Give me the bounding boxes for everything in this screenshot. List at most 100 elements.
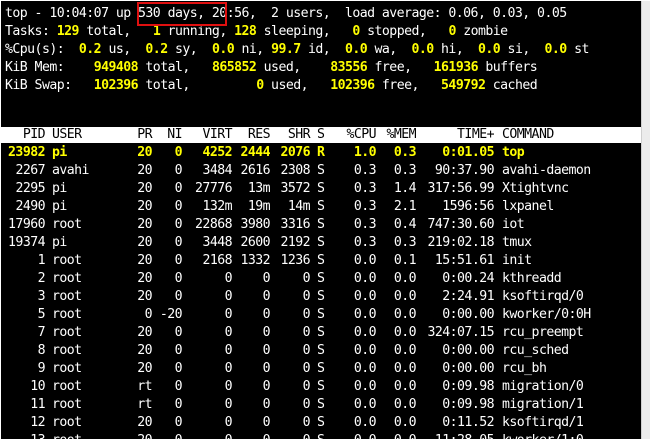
process-ni: -20 bbox=[159, 307, 183, 322]
process-time: 0:00.00 bbox=[442, 361, 494, 376]
process-shr: 0 bbox=[302, 271, 311, 286]
process-ni: 0 bbox=[152, 432, 183, 439]
process-time: 0:00.00 bbox=[442, 343, 494, 358]
process-user: root bbox=[52, 343, 82, 358]
process-state: S bbox=[317, 217, 325, 232]
process-virt: 27776 bbox=[195, 181, 233, 196]
process-row[interactable]: 2490 pi 20 0 132m 19m 14m S 0.3 2.1 1596:56 lxpanel bbox=[1, 198, 641, 216]
cpu-si-label: si, bbox=[500, 42, 531, 57]
process-virt: 0 bbox=[224, 307, 233, 322]
process-cpu: 1.0 bbox=[353, 145, 377, 160]
process-command: rcu_bh bbox=[502, 361, 547, 376]
process-ni: 0 bbox=[174, 343, 183, 358]
column-header-cpu[interactable]: %CPU bbox=[328, 127, 376, 143]
process-row[interactable]: 17960 root 20 0 22868 3980 3316 S 0.3 0.4 747:30.6… bbox=[1, 216, 641, 234]
swap-used: 0 bbox=[256, 78, 264, 93]
process-pid: 13 bbox=[1, 432, 45, 439]
process-row[interactable]: 8 root 20 0 0 0 0 S 0.0 0.0 0:00.00 rcu_sched bbox=[1, 342, 641, 360]
process-shr: 0 bbox=[302, 325, 311, 340]
process-shr: 0 bbox=[302, 343, 311, 358]
column-header-res[interactable]: RES bbox=[232, 127, 271, 143]
swap-free: 102396 bbox=[330, 78, 375, 93]
process-user: root bbox=[52, 217, 82, 232]
process-pr: 20 bbox=[137, 361, 152, 376]
tasks-sleeping-label: sleeping, bbox=[256, 24, 331, 39]
cpu-hi: 0.0 bbox=[411, 42, 434, 57]
process-state: S bbox=[317, 307, 325, 322]
column-header-ni[interactable]: NI bbox=[152, 127, 182, 143]
process-cpu: 0.0 bbox=[353, 415, 377, 430]
process-row[interactable]: 2295 pi 20 0 27776 13m 3572 S 0.3 1.4 317:56.99 Xti… bbox=[1, 180, 641, 198]
process-mem: 0.0 bbox=[376, 432, 417, 439]
process-row[interactable]: 10 root rt 0 0 0 0 S 0.0 0.0 0:09.98 migration/0 bbox=[1, 378, 641, 396]
process-row[interactable]: 11 root rt 0 0 0 0 S 0.0 0.0 0:09.98 migration/1 bbox=[1, 396, 641, 414]
process-row[interactable]: 13root200000S0.00.011:28.05kworker/1:0 bbox=[1, 432, 641, 439]
process-virt: 3448 bbox=[202, 235, 232, 250]
process-row[interactable]: 7 root 20 0 0 0 0 S 0.0 0.0 324:07.15 rcu_preempt bbox=[1, 324, 641, 342]
vertical-scrollbar[interactable] bbox=[641, 1, 650, 439]
tasks-stopped: 0 bbox=[352, 24, 360, 39]
process-time: 2:24.91 bbox=[442, 289, 494, 304]
tasks-line: Tasks: 129 total, 1 running, 128 sleepin… bbox=[5, 23, 508, 41]
process-row[interactable]: 5 root 0 -20 0 0 0 S 0.0 0.0 0:00.00 kworker/0:0H bbox=[1, 306, 641, 324]
process-row[interactable]: 2 root 20 0 0 0 0 S 0.0 0.0 0:00.24 kthreadd bbox=[1, 270, 641, 288]
column-header-time[interactable]: TIME+ bbox=[416, 127, 495, 143]
process-res: 0 bbox=[232, 432, 271, 439]
column-header-pid[interactable]: PID bbox=[1, 127, 46, 143]
process-mem: 0.3 bbox=[393, 163, 417, 178]
process-mem: 0.0 bbox=[393, 289, 417, 304]
process-row[interactable]: 3 root 20 0 0 0 0 S 0.0 0.0 2:24.91 ksoftirqd/0 bbox=[1, 288, 641, 306]
process-state: S bbox=[317, 432, 325, 439]
mem-total: 949408 bbox=[93, 60, 139, 75]
column-header-state[interactable]: S bbox=[317, 127, 325, 143]
process-row[interactable]: 12 root 20 0 0 0 0 S 0.0 0.0 0:11.52 ksoftirqd/1 bbox=[1, 414, 641, 432]
cpu-ni-label: ni, bbox=[234, 42, 264, 57]
mem-buffers: 161936 bbox=[433, 60, 479, 75]
tasks-label: Tasks: bbox=[5, 24, 50, 39]
process-mem: 0.0 bbox=[393, 271, 417, 286]
process-res: 3980 bbox=[240, 217, 270, 232]
process-cpu: 0.0 bbox=[353, 253, 377, 268]
swap-cached: 549792 bbox=[441, 78, 486, 93]
column-header-shr[interactable]: SHR bbox=[270, 127, 311, 143]
process-res: 2600 bbox=[240, 235, 270, 250]
process-user: root bbox=[52, 289, 82, 304]
process-pr: 20 bbox=[137, 163, 152, 178]
process-virt: 0 bbox=[224, 271, 233, 286]
process-virt: 0 bbox=[182, 432, 233, 439]
process-shr: 0 bbox=[302, 379, 311, 394]
process-time: 219:02.18 bbox=[427, 235, 494, 250]
process-row[interactable]: 1 root 20 0 2168 1332 1236 S 0.0 0.1 15:51.61 init bbox=[1, 252, 641, 270]
process-ni: 0 bbox=[174, 397, 183, 412]
process-ni: 0 bbox=[174, 361, 183, 376]
process-mem: 0.3 bbox=[393, 145, 417, 160]
column-header-command[interactable]: COMMAND bbox=[502, 127, 554, 143]
process-row[interactable]: 19374 pi 20 0 3448 2600 2192 S 0.3 0.3 219:02.18 tm… bbox=[1, 234, 641, 252]
tasks-running-label: running, bbox=[160, 24, 228, 39]
column-header-pr[interactable]: PR bbox=[122, 127, 152, 143]
process-virt: 3484 bbox=[202, 163, 232, 178]
process-ni: 0 bbox=[174, 145, 183, 160]
process-row[interactable]: 9 root 20 0 0 0 0 S 0.0 0.0 0:00.00 rcu_bh bbox=[1, 360, 641, 378]
process-res: 0 bbox=[262, 397, 271, 412]
process-res: 0 bbox=[262, 271, 271, 286]
process-user: root bbox=[52, 415, 82, 430]
column-header-mem[interactable]: %MEM bbox=[376, 127, 416, 143]
process-res: 0 bbox=[262, 307, 271, 322]
process-pid: 2490 bbox=[15, 199, 45, 214]
tasks-zombie-label: zombie bbox=[455, 24, 508, 39]
process-pr: 20 bbox=[137, 343, 152, 358]
process-row[interactable]: 2267 avahi 20 0 3484 2616 2308 S 0.3 0.3 90:37.90 a… bbox=[1, 162, 641, 180]
process-virt: 0 bbox=[224, 361, 233, 376]
terminal-screen[interactable]: top - 10:04:07 up 530 days, 20:56, 2 use… bbox=[1, 1, 641, 439]
process-res: 13m bbox=[247, 181, 271, 196]
column-header-virt[interactable]: VIRT bbox=[182, 127, 232, 143]
process-pr: rt bbox=[137, 397, 152, 412]
process-shr: 0 bbox=[302, 397, 311, 412]
column-header-user[interactable]: USER bbox=[52, 127, 82, 143]
process-cpu: 0.3 bbox=[353, 199, 377, 214]
process-row[interactable]: 23982 pi 20 0 4252 2444 2076 R 1.0 0.3 0:01.05 top bbox=[1, 144, 641, 162]
process-ni: 0 bbox=[174, 163, 183, 178]
process-res: 0 bbox=[262, 289, 271, 304]
process-command: lxpanel bbox=[502, 199, 554, 214]
